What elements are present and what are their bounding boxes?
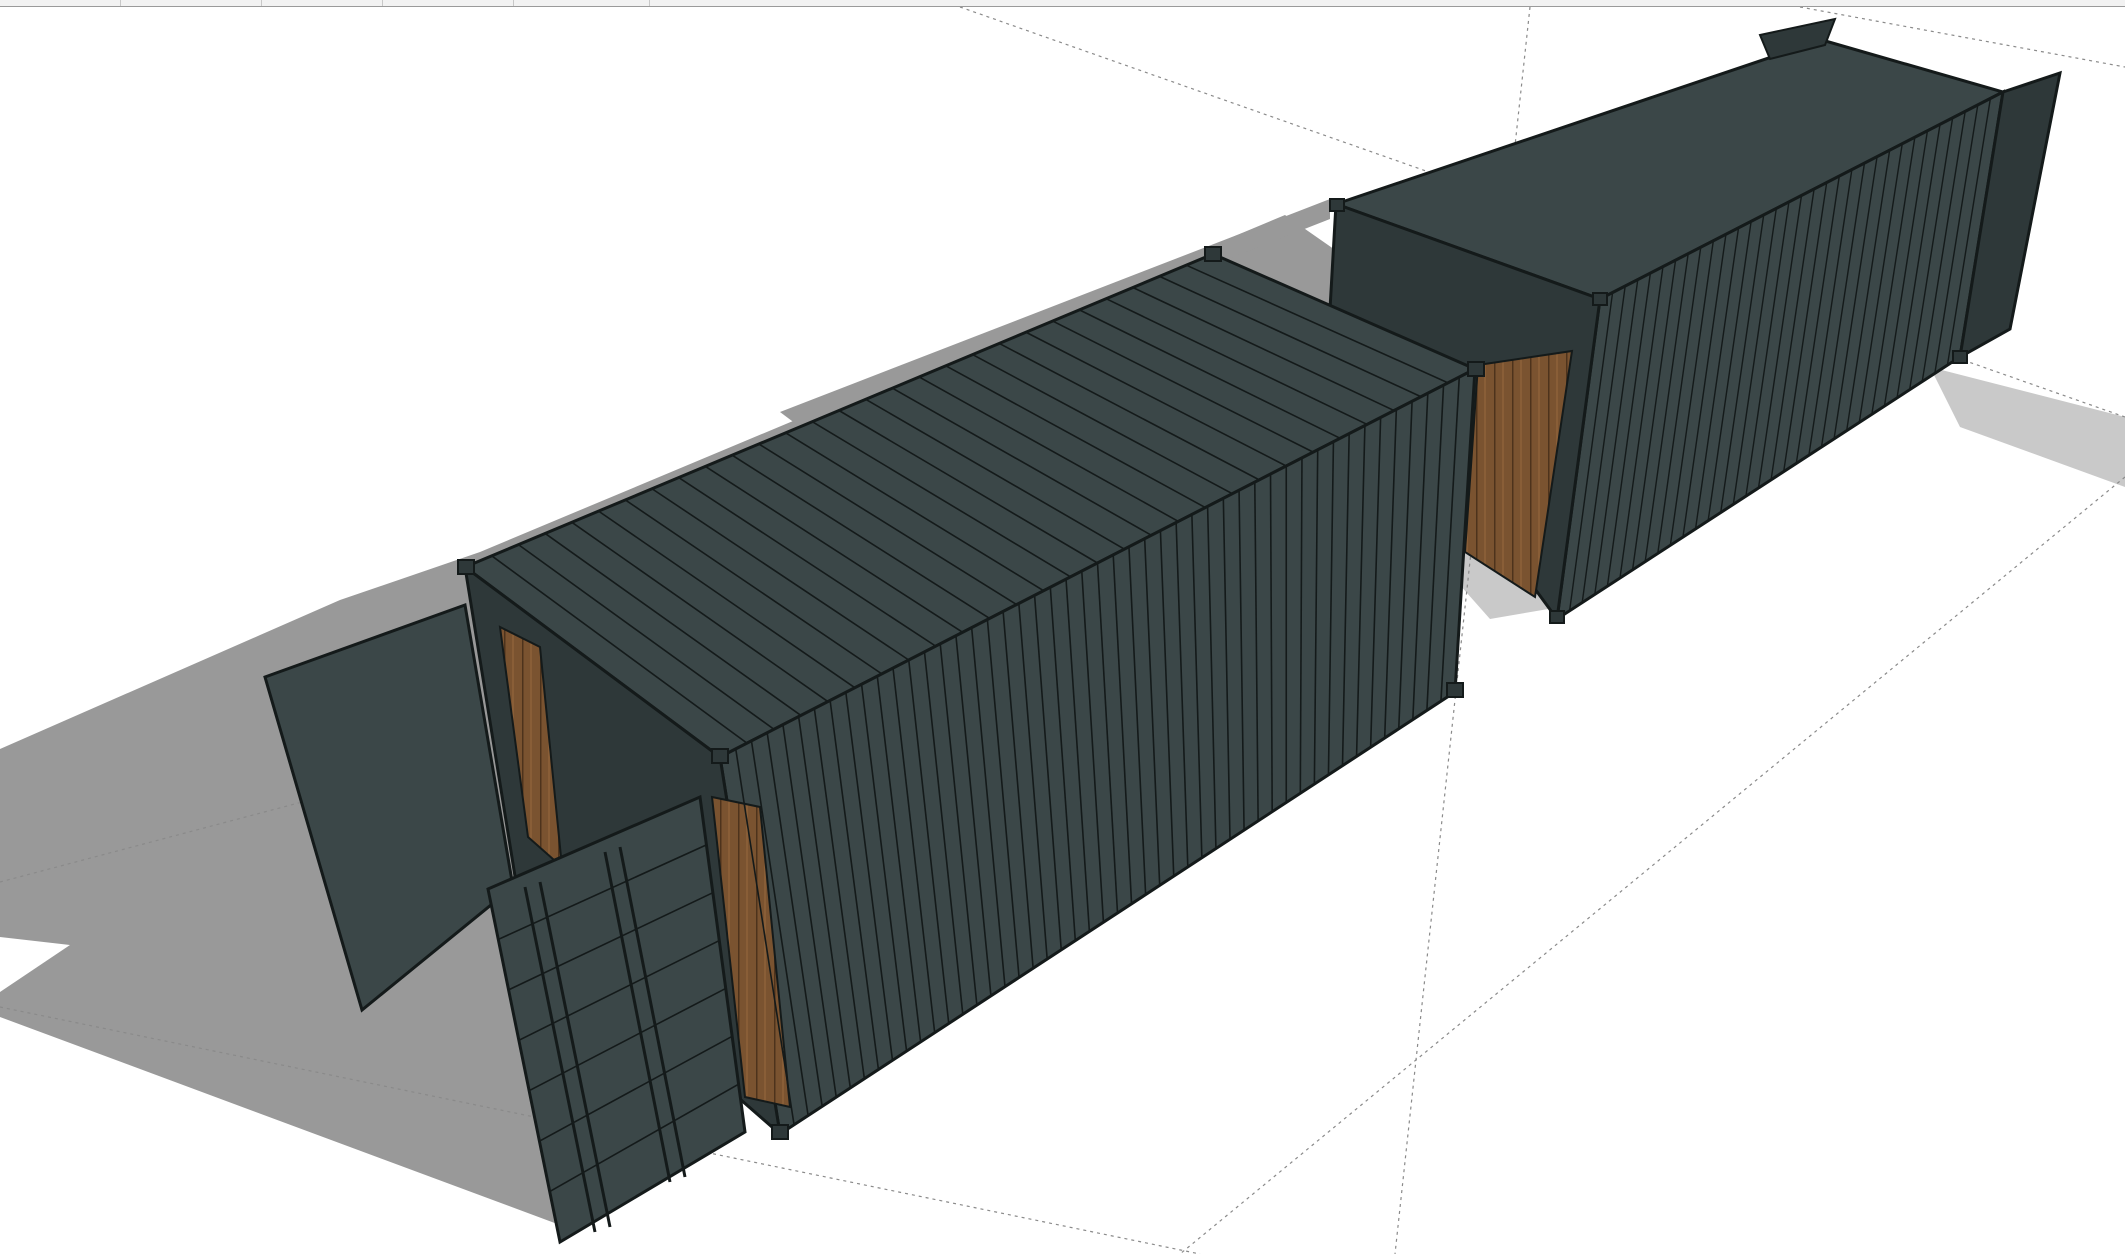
model-viewport[interactable] bbox=[0, 7, 2125, 1254]
toolbar-segment[interactable] bbox=[0, 0, 121, 6]
corner-casting bbox=[1549, 610, 1565, 624]
corner-casting bbox=[1329, 198, 1345, 212]
toolbar-segment[interactable] bbox=[383, 0, 514, 6]
corner-casting bbox=[711, 748, 729, 764]
sketchup-window bbox=[0, 0, 2125, 1254]
corner-casting bbox=[1446, 682, 1464, 698]
toolbar-segment[interactable] bbox=[262, 0, 383, 6]
corner-casting bbox=[1467, 361, 1485, 377]
corner-casting bbox=[771, 1124, 789, 1140]
corner-casting bbox=[1592, 292, 1608, 306]
toolbar-segment[interactable] bbox=[514, 0, 650, 6]
corner-casting bbox=[1952, 350, 1968, 364]
corner-casting bbox=[1204, 246, 1222, 262]
toolbar-strip bbox=[0, 0, 2125, 7]
corner-casting bbox=[457, 559, 475, 575]
toolbar-segment[interactable] bbox=[121, 0, 262, 6]
